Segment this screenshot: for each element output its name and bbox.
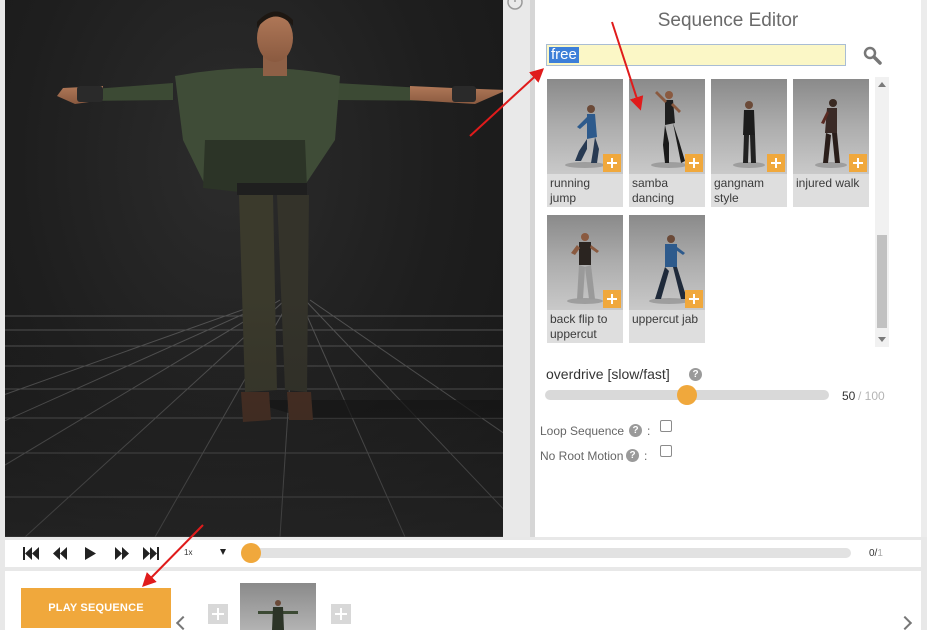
animation-card[interactable]: samba dancing (629, 79, 705, 207)
sequence-clip-thumbnail[interactable] (240, 583, 316, 630)
timeline-track[interactable] (245, 548, 851, 558)
skip-to-start-icon[interactable] (23, 547, 39, 560)
right-edge (921, 0, 927, 537)
scrollbar-thumb[interactable] (877, 235, 887, 328)
play-sequence-button[interactable]: PLAY SEQUENCE (21, 588, 171, 628)
editor-title: Sequence Editor (657, 10, 799, 31)
loop-sequence-label: Loop Sequence (540, 424, 625, 438)
animation-label: gangnam style (714, 176, 765, 205)
timeline-handle[interactable] (241, 543, 261, 563)
overdrive-max: / 100 (858, 389, 885, 403)
step-forward-icon[interactable] (115, 547, 129, 560)
no-root-motion-checkbox[interactable] (660, 445, 672, 457)
animation-grid: running jump samba dancing gangnam style… (547, 79, 875, 347)
search-input-value: free (549, 46, 579, 63)
play-icon[interactable] (85, 547, 96, 560)
chevron-left-icon[interactable] (175, 615, 191, 630)
app-root: Sequence Editor free running jump samba … (0, 0, 927, 630)
animation-card[interactable]: back flip to uppercut (547, 215, 623, 343)
scroll-down-icon[interactable] (878, 337, 886, 342)
no-root-motion-colon: : (644, 449, 648, 463)
add-slot-button[interactable] (331, 604, 351, 624)
skip-to-end-icon[interactable] (143, 547, 159, 560)
loop-sequence-checkbox[interactable] (660, 420, 672, 432)
playback-bar: 1x 0/1 (5, 540, 921, 567)
animation-card[interactable]: injured walk (793, 79, 869, 207)
3d-viewport[interactable] (5, 0, 503, 537)
animation-card[interactable]: running jump (547, 79, 623, 207)
animation-search-input[interactable]: free (546, 44, 846, 66)
viewport-scene (5, 11, 503, 537)
animation-label: injured walk (796, 176, 860, 190)
animation-label: back flip to uppercut (550, 312, 608, 341)
sequence-strip: PLAY SEQUENCE (5, 571, 921, 630)
scroll-up-icon[interactable] (878, 82, 886, 87)
animation-label: uppercut jab (632, 312, 699, 326)
animation-card[interactable]: uppercut jab (629, 215, 705, 343)
step-back-icon[interactable] (53, 547, 67, 560)
animation-label: samba dancing (632, 176, 675, 205)
add-slot-button[interactable] (208, 604, 228, 624)
animation-card[interactable]: gangnam style (711, 79, 787, 207)
add-animation-button[interactable] (849, 154, 867, 172)
add-animation-button[interactable] (767, 154, 785, 172)
overdrive-help-icon[interactable]: ? (689, 368, 702, 381)
overdrive-slider-handle[interactable] (677, 385, 697, 405)
add-animation-button[interactable] (603, 290, 621, 308)
loop-sequence-help-icon[interactable]: ? (629, 424, 642, 437)
chevron-down-icon[interactable] (220, 549, 226, 555)
animation-list-scrollbar[interactable] (875, 77, 889, 347)
frame-counter: 0/1 (869, 548, 883, 559)
viewport-gutter (503, 0, 530, 537)
speed-select[interactable]: 1x (184, 548, 192, 557)
search-icon[interactable] (863, 46, 883, 66)
chevron-right-icon[interactable] (897, 615, 913, 630)
add-animation-button[interactable] (685, 154, 703, 172)
sequence-editor-panel: Sequence Editor free running jump samba … (535, 0, 921, 537)
loop-sequence-colon: : (647, 424, 651, 438)
history-icon[interactable] (506, 0, 524, 12)
add-animation-button[interactable] (603, 154, 621, 172)
add-animation-button[interactable] (685, 290, 703, 308)
no-root-motion-help-icon[interactable]: ? (626, 449, 639, 462)
overdrive-value: 50 (842, 389, 856, 403)
overdrive-label: overdrive [slow/fast] (546, 366, 670, 382)
no-root-motion-label: No Root Motion (540, 449, 624, 463)
animation-label: running jump (550, 176, 591, 205)
